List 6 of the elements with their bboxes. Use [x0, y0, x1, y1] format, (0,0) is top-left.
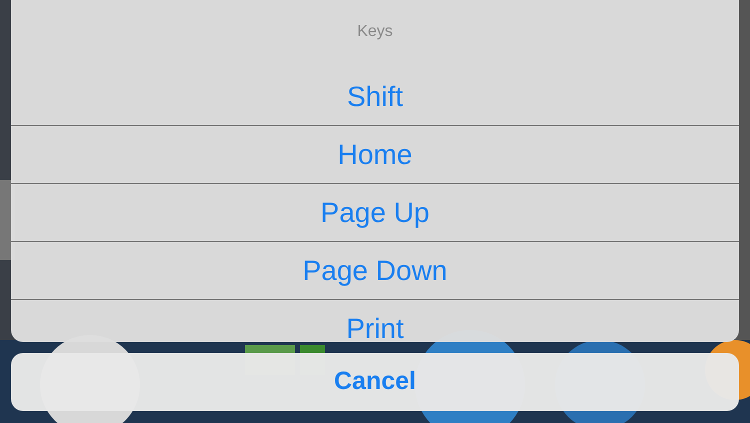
sheet-title: Keys — [357, 22, 393, 42]
option-button[interactable]: Home — [11, 125, 739, 183]
option-button[interactable]: Page Down — [11, 241, 739, 299]
option-button[interactable]: Page Up — [11, 183, 739, 241]
option-button[interactable]: Shift — [11, 65, 739, 125]
cancel-button[interactable]: Cancel — [11, 353, 739, 411]
